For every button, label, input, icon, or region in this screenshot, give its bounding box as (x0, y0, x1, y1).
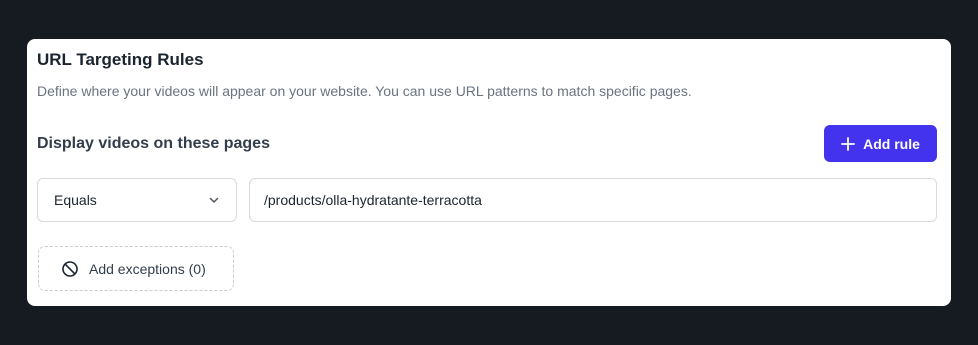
add-rule-label: Add rule (863, 135, 920, 152)
match-type-select[interactable]: Equals (37, 178, 237, 222)
chevron-down-icon (209, 197, 219, 203)
add-exceptions-label: Add exceptions (0) (89, 260, 206, 277)
add-rule-button[interactable]: Add rule (824, 125, 937, 162)
section-title: Display videos on these pages (37, 135, 270, 152)
plus-icon (841, 136, 856, 151)
card-description: Define where your videos will appear on … (37, 83, 692, 99)
ban-icon (62, 260, 78, 277)
url-pattern-input[interactable] (249, 178, 937, 222)
url-targeting-card: URL Targeting Rules Define where your vi… (27, 39, 951, 306)
match-type-value: Equals (54, 192, 97, 208)
app-background: URL Targeting Rules Define where your vi… (0, 0, 978, 345)
add-exceptions-button[interactable]: Add exceptions (0) (38, 246, 234, 291)
card-title: URL Targeting Rules (37, 50, 204, 69)
